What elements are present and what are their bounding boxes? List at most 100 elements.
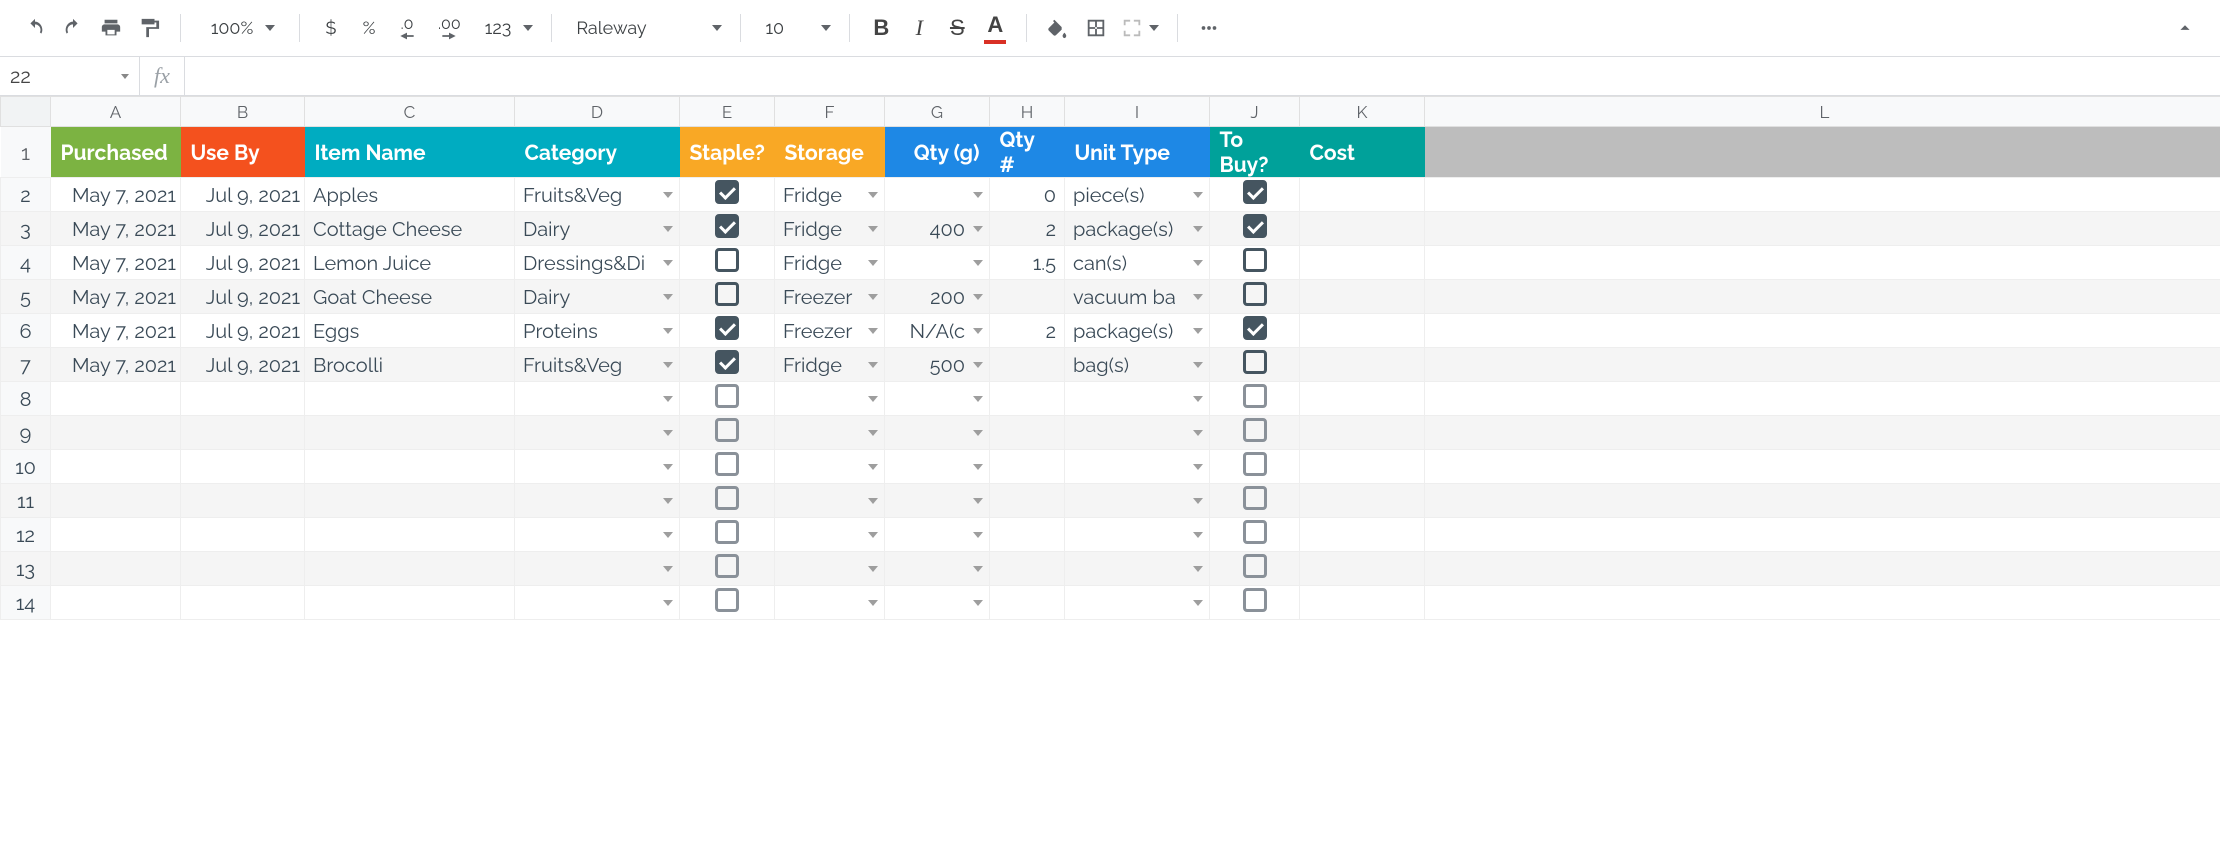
cell[interactable] bbox=[1300, 586, 1425, 620]
cell[interactable] bbox=[51, 552, 181, 586]
cell-staple[interactable] bbox=[680, 314, 775, 348]
cell[interactable] bbox=[181, 586, 305, 620]
checkbox[interactable] bbox=[1243, 588, 1267, 612]
chevron-down-icon[interactable] bbox=[1193, 294, 1203, 300]
cell[interactable] bbox=[181, 416, 305, 450]
row-header[interactable]: 1 bbox=[1, 127, 51, 178]
cell[interactable] bbox=[305, 382, 515, 416]
cell[interactable] bbox=[990, 518, 1065, 552]
cell-empty[interactable] bbox=[1425, 280, 2220, 314]
row-header[interactable]: 14 bbox=[1, 586, 51, 620]
header-staple[interactable]: Staple? bbox=[680, 127, 775, 178]
cell[interactable] bbox=[1300, 382, 1425, 416]
cell-category[interactable]: Proteins bbox=[515, 314, 680, 348]
col-header-D[interactable]: D bbox=[515, 97, 680, 127]
cell[interactable] bbox=[1065, 518, 1210, 552]
chevron-down-icon[interactable] bbox=[868, 362, 878, 368]
chevron-down-icon[interactable] bbox=[663, 532, 673, 538]
checkbox[interactable] bbox=[1243, 248, 1267, 272]
col-header-F[interactable]: F bbox=[775, 97, 885, 127]
decrease-decimal-button[interactable]: .0 bbox=[390, 11, 424, 45]
cell-purchased[interactable]: May 7, 2021 bbox=[51, 314, 181, 348]
cell[interactable] bbox=[1210, 518, 1300, 552]
cell[interactable] bbox=[1065, 484, 1210, 518]
cell[interactable] bbox=[775, 450, 885, 484]
header-tobuy[interactable]: To Buy? bbox=[1210, 127, 1300, 178]
cell[interactable] bbox=[1425, 552, 2220, 586]
cell[interactable] bbox=[1425, 416, 2220, 450]
col-header-H[interactable]: H bbox=[990, 97, 1065, 127]
checkbox[interactable] bbox=[1243, 452, 1267, 476]
row-header[interactable]: 6 bbox=[1, 314, 51, 348]
chevron-down-icon[interactable] bbox=[663, 362, 673, 368]
strikethrough-button[interactable]: S bbox=[940, 11, 974, 45]
font-select[interactable]: Raleway bbox=[566, 11, 726, 45]
chevron-down-icon[interactable] bbox=[1193, 532, 1203, 538]
checkbox[interactable] bbox=[715, 588, 739, 612]
row-header[interactable]: 5 bbox=[1, 280, 51, 314]
cell[interactable] bbox=[1425, 518, 2220, 552]
checkbox[interactable] bbox=[715, 452, 739, 476]
chevron-down-icon[interactable] bbox=[868, 464, 878, 470]
cell-empty[interactable] bbox=[1425, 246, 2220, 280]
row-header[interactable]: 7 bbox=[1, 348, 51, 382]
header-item[interactable]: Item Name bbox=[305, 127, 515, 178]
cell[interactable] bbox=[1210, 382, 1300, 416]
chevron-down-icon[interactable] bbox=[663, 328, 673, 334]
checkbox[interactable] bbox=[1243, 384, 1267, 408]
chevron-down-icon[interactable] bbox=[1193, 396, 1203, 402]
cell-item[interactable]: Brocolli bbox=[305, 348, 515, 382]
cell-qtyg[interactable] bbox=[885, 178, 990, 212]
chevron-down-icon[interactable] bbox=[973, 294, 983, 300]
cell[interactable] bbox=[515, 586, 680, 620]
cell[interactable] bbox=[181, 450, 305, 484]
chevron-down-icon[interactable] bbox=[973, 566, 983, 572]
col-header-A[interactable]: A bbox=[51, 97, 181, 127]
checkbox[interactable] bbox=[715, 180, 739, 204]
cell[interactable] bbox=[1300, 416, 1425, 450]
cell-storage[interactable]: Fridge bbox=[775, 348, 885, 382]
cell[interactable] bbox=[885, 416, 990, 450]
cell-useby[interactable]: Jul 9, 2021 bbox=[181, 246, 305, 280]
cell[interactable] bbox=[305, 552, 515, 586]
cell[interactable] bbox=[51, 518, 181, 552]
more-formats-button[interactable]: 123 bbox=[475, 11, 538, 45]
chevron-down-icon[interactable] bbox=[973, 498, 983, 504]
chevron-down-icon[interactable] bbox=[868, 566, 878, 572]
cell-purchased[interactable]: May 7, 2021 bbox=[51, 280, 181, 314]
cell-cost[interactable] bbox=[1300, 314, 1425, 348]
checkbox[interactable] bbox=[1243, 282, 1267, 306]
cell[interactable] bbox=[1065, 552, 1210, 586]
col-header-K[interactable]: K bbox=[1300, 97, 1425, 127]
header-purchased[interactable]: Purchased bbox=[51, 127, 181, 178]
cell-empty[interactable] bbox=[1425, 348, 2220, 382]
cell-qtyn[interactable]: 2 bbox=[990, 314, 1065, 348]
cell[interactable] bbox=[1065, 382, 1210, 416]
chevron-down-icon[interactable] bbox=[973, 226, 983, 232]
cell[interactable] bbox=[1425, 586, 2220, 620]
cell[interactable] bbox=[305, 518, 515, 552]
cell[interactable] bbox=[51, 450, 181, 484]
chevron-down-icon[interactable] bbox=[1193, 600, 1203, 606]
cell-tobuy[interactable] bbox=[1210, 348, 1300, 382]
cell[interactable] bbox=[990, 450, 1065, 484]
cell-unit[interactable]: can(s) bbox=[1065, 246, 1210, 280]
chevron-down-icon[interactable] bbox=[868, 498, 878, 504]
paint-format-button[interactable] bbox=[132, 11, 166, 45]
cell[interactable] bbox=[775, 518, 885, 552]
cell[interactable] bbox=[775, 382, 885, 416]
redo-button[interactable] bbox=[56, 11, 90, 45]
cell-tobuy[interactable] bbox=[1210, 280, 1300, 314]
cell[interactable] bbox=[680, 450, 775, 484]
cell-category[interactable]: Fruits&Veg bbox=[515, 178, 680, 212]
cell-staple[interactable] bbox=[680, 212, 775, 246]
cell[interactable] bbox=[181, 552, 305, 586]
cell[interactable] bbox=[885, 518, 990, 552]
cell-cost[interactable] bbox=[1300, 212, 1425, 246]
fill-color-button[interactable] bbox=[1041, 11, 1075, 45]
cell[interactable] bbox=[885, 484, 990, 518]
cell[interactable] bbox=[1065, 450, 1210, 484]
cell-qtyg[interactable] bbox=[885, 246, 990, 280]
chevron-down-icon[interactable] bbox=[663, 566, 673, 572]
chevron-down-icon[interactable] bbox=[868, 192, 878, 198]
